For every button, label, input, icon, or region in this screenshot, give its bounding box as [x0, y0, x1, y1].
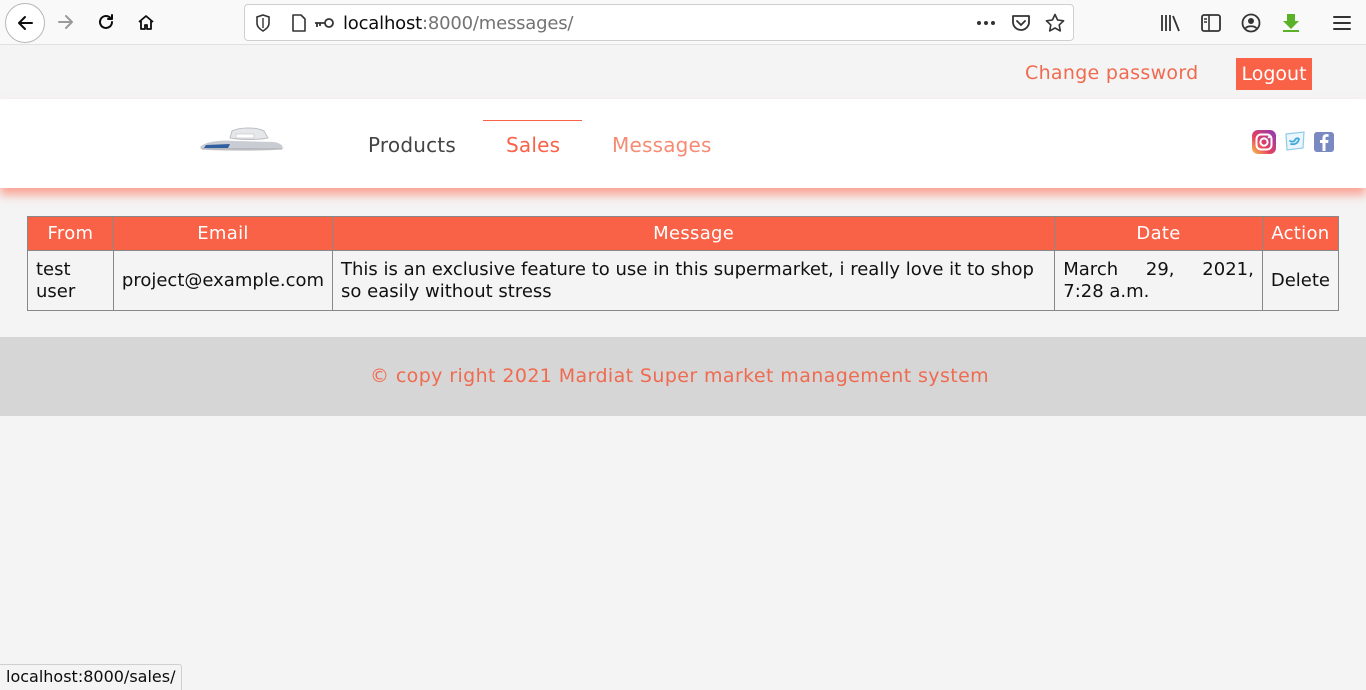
sales-active-indicator [483, 120, 582, 121]
home-icon [138, 15, 154, 30]
header-date: Date [1054, 216, 1263, 251]
header-email: Email [112, 216, 334, 251]
logo-image [200, 127, 284, 151]
forward-icon [58, 15, 73, 29]
cell-message: This is an exclusive feature to use in t… [332, 250, 1056, 311]
instagram-icon[interactable] [1251, 129, 1277, 155]
header-message: Message [332, 216, 1056, 251]
account-icon[interactable] [1239, 11, 1263, 35]
footer-copyright: © copy right 2021 Mardiat Super market m… [370, 365, 990, 387]
sidebar-icon[interactable] [1199, 11, 1223, 35]
account-bar: Change password [0, 46, 1366, 98]
cell-from: test user [27, 250, 114, 311]
nav-sales[interactable]: Sales [506, 133, 560, 157]
site-header: Products Sales Messages [0, 99, 1366, 188]
facebook-icon[interactable] [1311, 129, 1337, 155]
table-row: test user project@example.com This is an… [27, 250, 1340, 311]
pocket-icon[interactable] [1011, 13, 1031, 33]
key-icon[interactable] [313, 13, 335, 33]
url-text[interactable]: localhost:8000/messages/ [343, 13, 573, 34]
download-icon[interactable] [1279, 11, 1303, 35]
home-button[interactable] [128, 4, 164, 40]
cell-email: project@example.com [112, 250, 334, 311]
menu-icon[interactable] [1330, 11, 1354, 35]
site-footer: © copy right 2021 Mardiat Super market m… [0, 337, 1366, 416]
back-button[interactable] [5, 3, 45, 43]
shield-icon[interactable] [253, 13, 273, 33]
more-icon[interactable] [976, 13, 996, 33]
page-icon [289, 13, 309, 33]
url-path: :8000/messages/ [422, 13, 574, 34]
library-icon[interactable] [1159, 11, 1183, 35]
url-host: localhost [343, 13, 422, 34]
logo[interactable] [196, 125, 288, 155]
star-icon[interactable] [1045, 13, 1065, 33]
status-bar-url: localhost:8000/sales/ [0, 664, 183, 690]
nav-products[interactable]: Products [368, 133, 456, 157]
cell-date: March 29, 2021, 7:28 a.m. [1054, 250, 1263, 311]
nav-messages[interactable]: Messages [612, 133, 712, 157]
header-from: From [27, 216, 114, 251]
change-password-link[interactable]: Change password [1025, 62, 1199, 84]
reload-icon [99, 14, 113, 29]
header-action: Action [1261, 216, 1340, 251]
url-bar[interactable]: localhost:8000/messages/ [244, 4, 1074, 41]
delete-link[interactable]: Delete [1261, 250, 1340, 311]
twitter-icon[interactable] [1282, 129, 1308, 155]
messages-table: From Email Message Date Action test user… [27, 216, 1340, 311]
browser-toolbar: localhost:8000/messages/ [0, 0, 1366, 45]
reload-button[interactable] [88, 4, 124, 40]
back-icon [18, 16, 33, 30]
forward-button[interactable] [48, 4, 84, 40]
logout-button[interactable]: Logout [1236, 58, 1312, 90]
table-header-row: From Email Message Date Action [27, 216, 1340, 251]
